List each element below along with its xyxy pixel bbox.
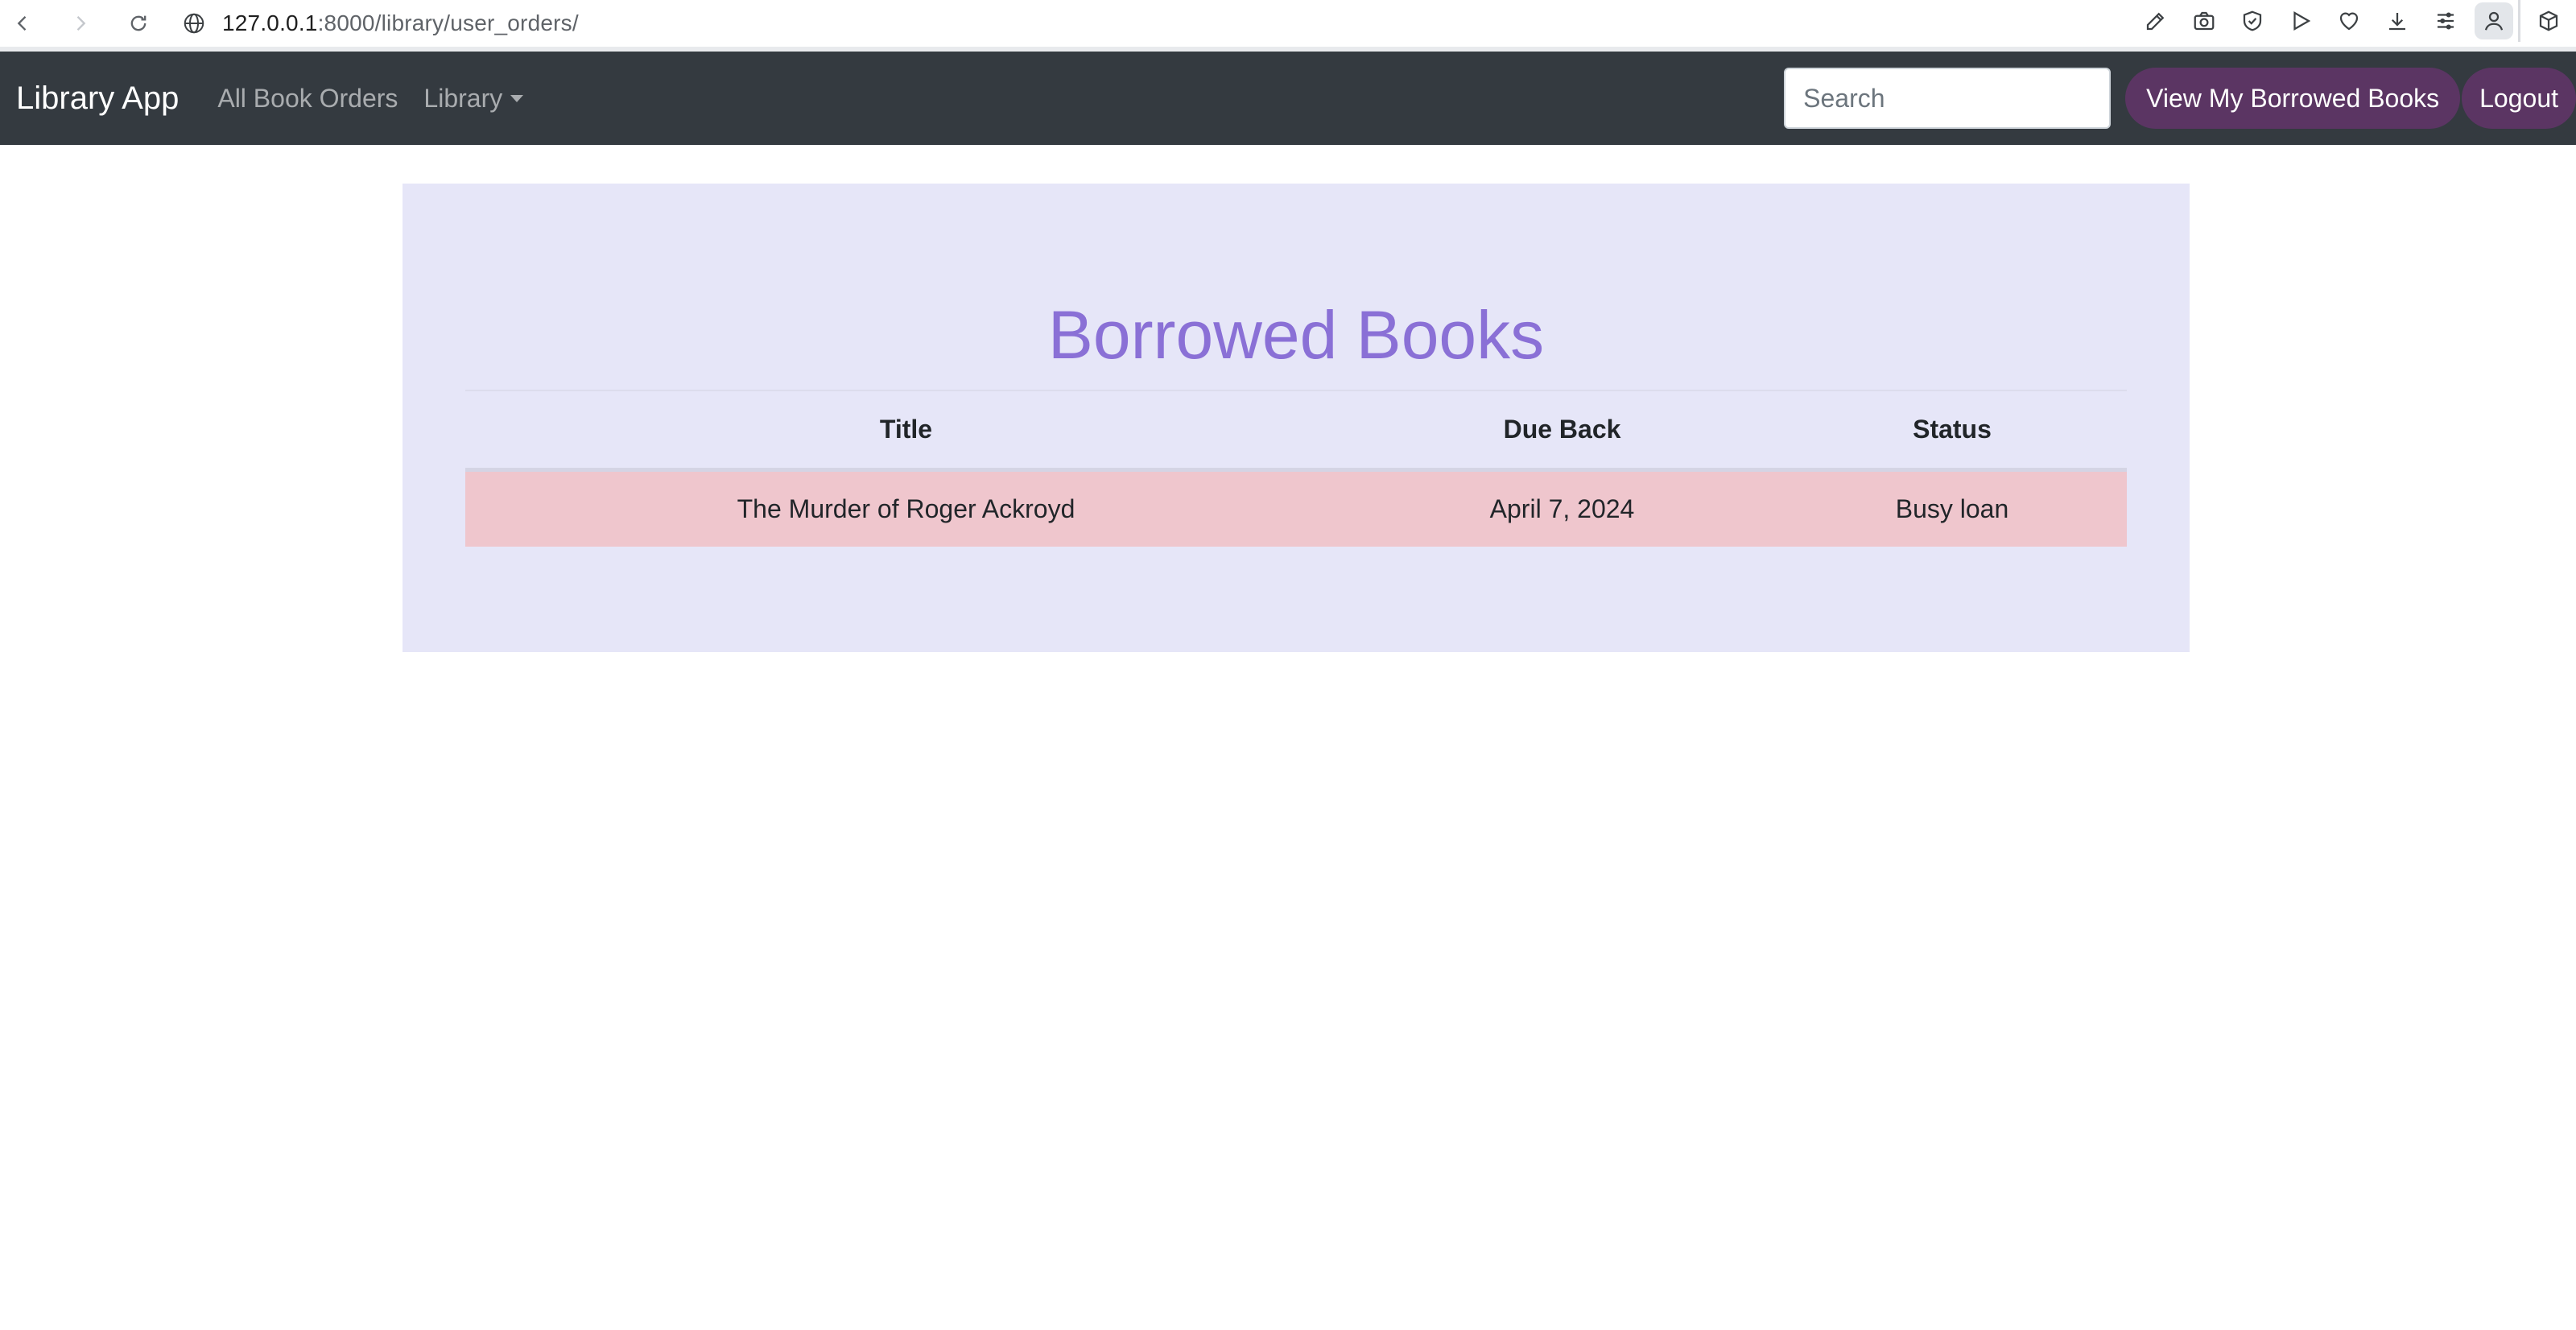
page-title: Borrowed Books: [1047, 297, 1545, 373]
url-text: 127.0.0.1:8000/library/user_orders/: [222, 10, 579, 36]
table-row: The Murder of Roger Ackroyd April 7, 202…: [465, 469, 2127, 547]
nav-dropdown-library[interactable]: Library: [423, 83, 524, 114]
globe-icon: [184, 13, 204, 34]
browser-toolbar: 127.0.0.1:8000/library/user_orders/: [0, 0, 2576, 52]
column-header-status: Status: [1777, 390, 2127, 472]
search-input[interactable]: [1784, 68, 2112, 129]
address-bar[interactable]: 127.0.0.1:8000/library/user_orders/: [182, 10, 579, 36]
extension-icon[interactable]: [2518, 0, 2576, 42]
url-host: 127.0.0.1: [222, 10, 318, 35]
back-icon[interactable]: [0, 2, 45, 44]
nav-dropdown-library-label: Library: [423, 83, 503, 113]
cell-status: Busy loan: [1777, 469, 2127, 547]
camera-icon[interactable]: [2180, 0, 2228, 42]
browser-tools: [2132, 0, 2576, 42]
brand-link[interactable]: Library App: [16, 81, 179, 117]
column-header-title: Title: [465, 390, 1347, 472]
cell-due-back: April 7, 2024: [1347, 469, 1777, 547]
play-icon[interactable]: [2277, 0, 2325, 42]
borrowed-books-panel: Borrowed Books Title Due Back Status The…: [402, 184, 2190, 652]
reload-icon[interactable]: [116, 2, 161, 44]
column-header-due-back: Due Back: [1347, 390, 1777, 472]
nav-link-all-book-orders[interactable]: All Book Orders: [217, 84, 398, 114]
profile-icon[interactable]: [2475, 2, 2513, 39]
navbar-actions: View My Borrowed Books Logout: [1784, 68, 2576, 129]
caret-down-icon: [510, 94, 524, 102]
url-path: :8000/library/user_orders/: [317, 10, 579, 35]
download-icon[interactable]: [2373, 0, 2421, 42]
table-header-row: Title Due Back Status: [465, 390, 2127, 472]
view-borrowed-books-button[interactable]: View My Borrowed Books: [2125, 68, 2461, 129]
cell-title: The Murder of Roger Ackroyd: [465, 469, 1347, 547]
forward-icon[interactable]: [58, 2, 103, 44]
logout-button[interactable]: Logout: [2462, 68, 2576, 129]
app-navbar: Library App All Book Orders Library View…: [0, 52, 2576, 145]
borrowed-books-table: Title Due Back Status The Murder of Roge…: [465, 390, 2127, 547]
menu-icon[interactable]: [2421, 0, 2470, 42]
edit-icon[interactable]: [2132, 0, 2180, 42]
heart-icon[interactable]: [2325, 0, 2373, 42]
shield-icon[interactable]: [2228, 0, 2277, 42]
